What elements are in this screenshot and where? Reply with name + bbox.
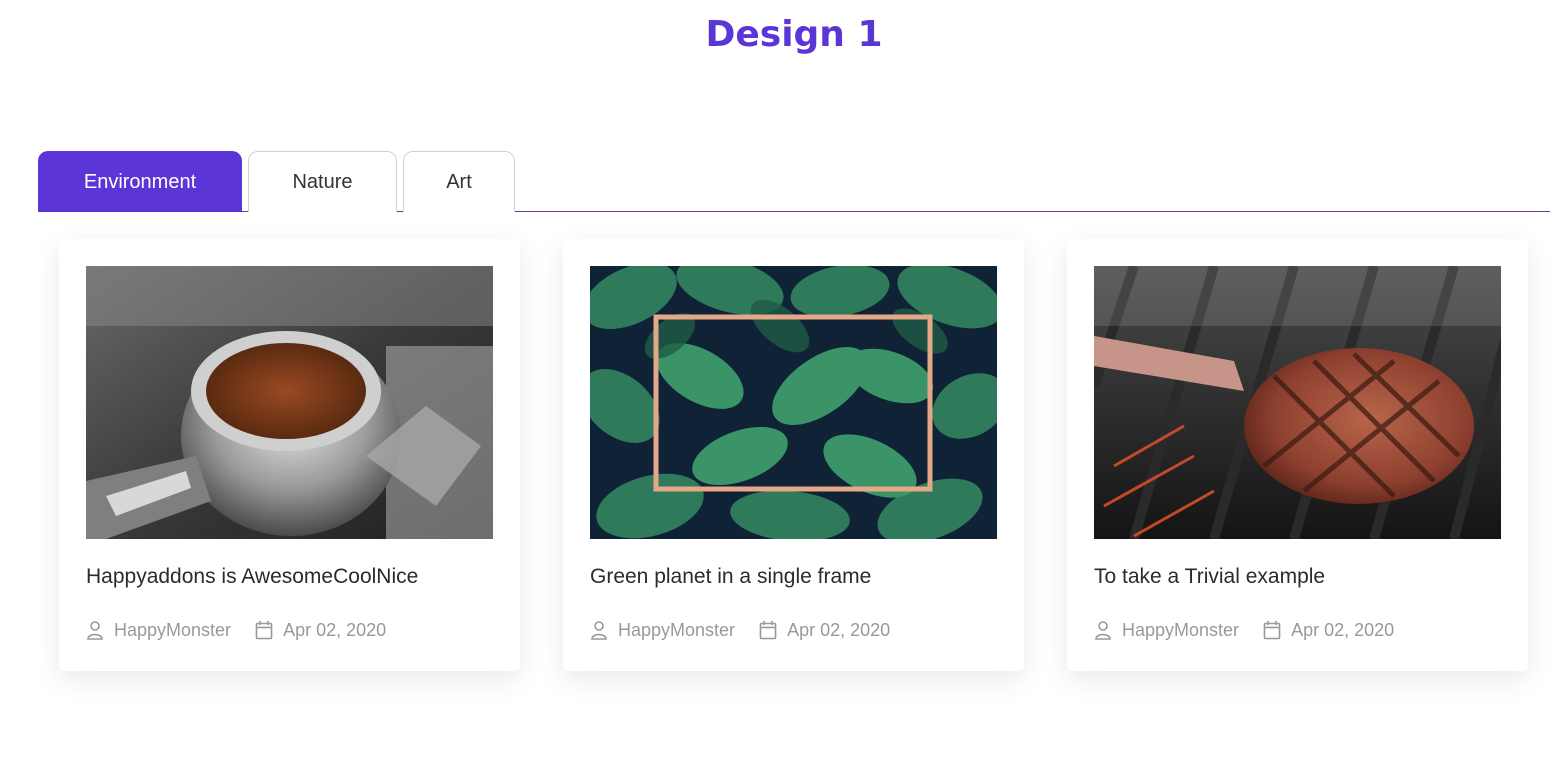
post-title[interactable]: Green planet in a single frame (590, 565, 997, 589)
user-icon (1094, 620, 1112, 640)
category-tabs: Environment Nature Art (38, 151, 1550, 212)
post-card: Green planet in a single frame HappyMons… (563, 239, 1024, 671)
calendar-icon (1263, 620, 1281, 640)
post-image-leaves[interactable] (590, 266, 997, 539)
post-meta: HappyMonster Apr 02, 2020 (1094, 619, 1501, 641)
calendar-icon (759, 620, 777, 640)
post-date[interactable]: Apr 02, 2020 (283, 620, 386, 641)
post-date[interactable]: Apr 02, 2020 (1291, 620, 1394, 641)
post-image-steak[interactable] (1094, 266, 1501, 539)
user-icon (86, 620, 104, 640)
post-author[interactable]: HappyMonster (1122, 620, 1239, 641)
post-meta: HappyMonster Apr 02, 2020 (86, 619, 493, 641)
calendar-icon (255, 620, 273, 640)
post-card: Happyaddons is AwesomeCoolNice HappyMons… (59, 239, 520, 671)
user-icon (590, 620, 608, 640)
post-card: To take a Trivial example HappyMonster A… (1067, 239, 1528, 671)
page-title: Design 1 (705, 14, 883, 55)
post-title[interactable]: To take a Trivial example (1094, 565, 1501, 589)
post-author[interactable]: HappyMonster (114, 620, 231, 641)
tab-art[interactable]: Art (403, 151, 515, 212)
post-author[interactable]: HappyMonster (618, 620, 735, 641)
post-date[interactable]: Apr 02, 2020 (787, 620, 890, 641)
tab-environment[interactable]: Environment (38, 151, 242, 212)
tab-nature[interactable]: Nature (248, 151, 397, 212)
post-meta: HappyMonster Apr 02, 2020 (590, 619, 997, 641)
post-title[interactable]: Happyaddons is AwesomeCoolNice (86, 565, 493, 589)
post-image-coffee[interactable] (86, 266, 493, 539)
